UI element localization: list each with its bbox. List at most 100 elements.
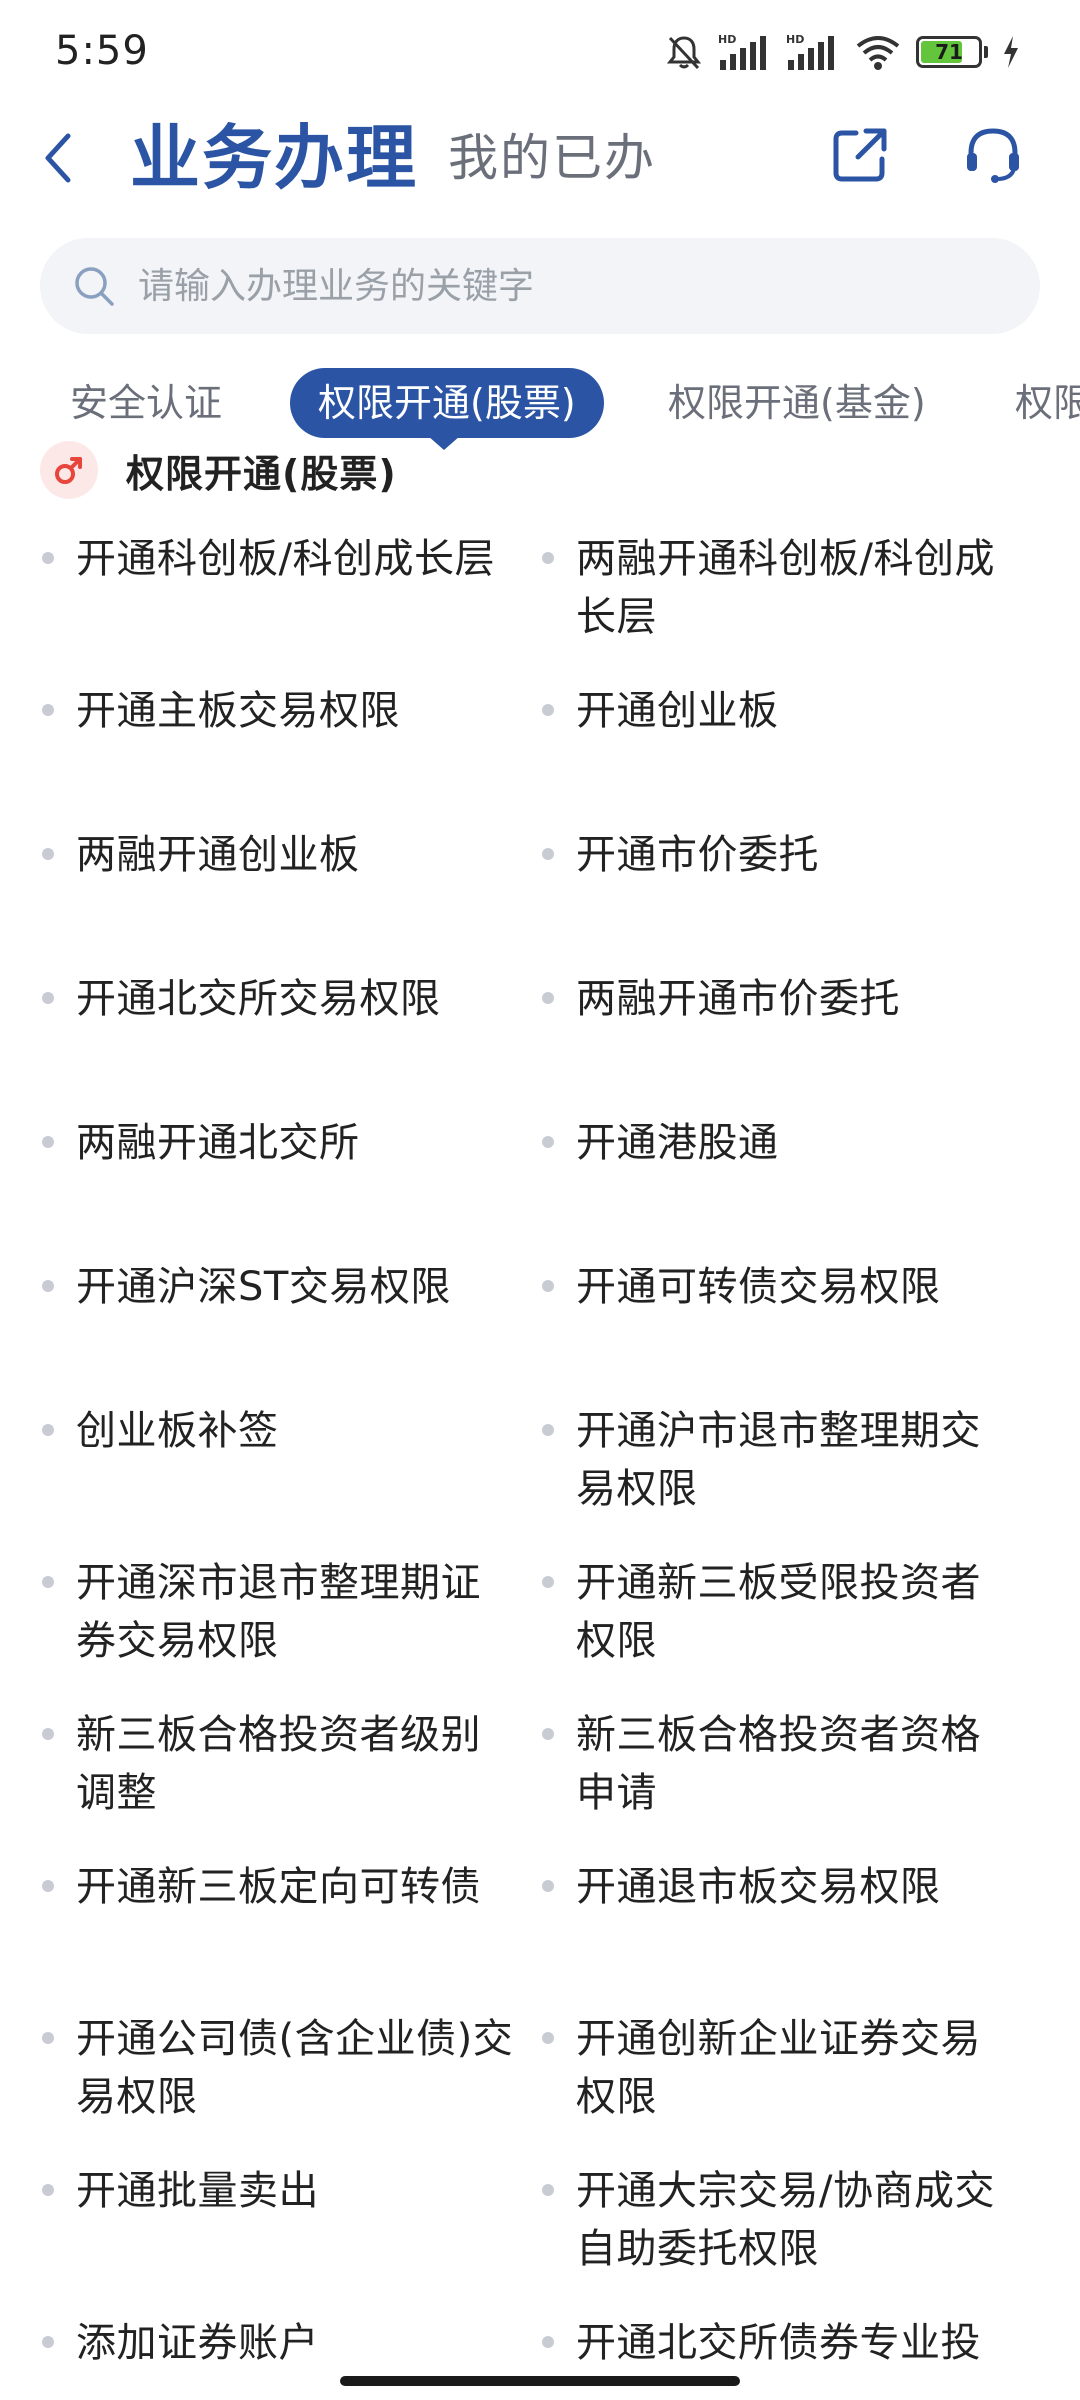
bullet-dot — [542, 552, 554, 564]
list-item[interactable]: 两融开通创业板 — [42, 826, 516, 884]
list-item-label: 开通创新企业证券交易权限 — [576, 2016, 981, 2120]
list-item[interactable]: 开通创业板 — [542, 682, 1016, 740]
list-item[interactable]: 两融开通科创板/科创成长层 — [542, 530, 1016, 646]
list-item[interactable]: 开通大宗交易/协商成交自助委托权限 — [542, 2162, 1016, 2278]
bullet-dot — [42, 1728, 54, 1740]
bullet-dot — [42, 992, 54, 1004]
bullet-dot — [42, 1576, 54, 1588]
bullet-dot — [42, 1136, 54, 1148]
bullet-dot — [42, 1880, 54, 1892]
status-bar: 5:59 HD HD 71 — [0, 0, 1080, 100]
search-input[interactable] — [136, 264, 1000, 308]
list-item[interactable]: 开通主板交易权限 — [42, 682, 516, 740]
bullet-dot — [542, 1576, 554, 1588]
list-item[interactable]: 新三板合格投资者级别调整 — [42, 1706, 516, 1822]
svg-text:HD: HD — [718, 33, 736, 46]
battery-text: 71 — [935, 40, 963, 64]
list-item-label: 开通可转债交易权限 — [576, 1264, 941, 1310]
bullet-dot — [42, 552, 54, 564]
list-item[interactable]: 开通市价委托 — [542, 826, 1016, 884]
list-item-label: 新三板合格投资者级别调整 — [76, 1712, 481, 1816]
list-item[interactable]: 开通沪深ST交易权限 — [42, 1258, 516, 1316]
list-item-label: 开通深市退市整理期证券交易权限 — [76, 1560, 481, 1664]
list-item-label: 开通主板交易权限 — [76, 688, 400, 734]
list-item-label: 开通大宗交易/协商成交自助委托权限 — [576, 2168, 995, 2272]
list-item[interactable]: 开通北交所债券专业投 — [542, 2314, 1016, 2372]
page-title[interactable]: 业务办理 — [130, 98, 418, 218]
tab-permission-fund[interactable]: 权限开通(基金) — [668, 368, 926, 438]
bullet-dot — [42, 704, 54, 716]
battery-cap — [984, 46, 988, 58]
list-item-label: 两融开通创业板 — [76, 832, 360, 878]
bullet-dot — [542, 2032, 554, 2044]
bullet-dot — [542, 848, 554, 860]
list-item-label: 开通沪市退市整理期交易权限 — [576, 1408, 981, 1512]
list-item-label: 两融开通市价委托 — [576, 976, 900, 1022]
list-item-label: 开通退市板交易权限 — [576, 1864, 941, 1910]
list-item-label: 开通市价委托 — [576, 832, 819, 878]
tab-permission-stock[interactable]: 权限开通(股票) — [290, 368, 604, 438]
status-icons: HD HD 71 — [664, 30, 1020, 74]
bullet-dot — [542, 1424, 554, 1436]
wifi-icon — [854, 32, 902, 72]
list-item-label: 开通北交所交易权限 — [76, 976, 441, 1022]
list-item-label: 添加证券账户 — [76, 2320, 319, 2366]
list-item[interactable]: 开通批量卖出 — [42, 2162, 516, 2220]
tab-my-done[interactable]: 我的已办 — [448, 108, 656, 208]
list-item-label: 开通科创板/科创成长层 — [76, 536, 495, 582]
list-item[interactable]: 开通港股通 — [542, 1114, 1016, 1172]
bullet-dot — [42, 1424, 54, 1436]
bullet-dot — [542, 1280, 554, 1292]
bullet-dot — [542, 1728, 554, 1740]
status-time: 5:59 — [55, 28, 149, 74]
list-item[interactable]: 开通科创板/科创成长层 — [42, 530, 516, 588]
home-indicator[interactable] — [340, 2376, 740, 2386]
active-tab-pointer — [428, 436, 460, 450]
list-item[interactable]: 开通公司债(含企业债)交易权限 — [42, 2010, 516, 2126]
list-item[interactable]: 开通新三板受限投资者权限 — [542, 1554, 1016, 1670]
list-item-label: 新三板合格投资者资格申请 — [576, 1712, 981, 1816]
list-item[interactable]: 开通深市退市整理期证券交易权限 — [42, 1554, 516, 1670]
list-item-label: 两融开通科创板/科创成长层 — [576, 536, 995, 640]
bullet-dot — [42, 848, 54, 860]
screen: 5:59 HD HD 71 业务办理 我的已办 请输入办理业务的关键字 安全认证… — [0, 0, 1080, 2400]
list-item-label: 创业板补签 — [76, 1408, 279, 1454]
tab-permission-more[interactable]: 权限 — [1015, 368, 1080, 438]
bullet-dot — [542, 704, 554, 716]
section-header: 权限开通(股票) — [40, 440, 397, 500]
list-item-label: 开通港股通 — [576, 1120, 779, 1166]
list-item[interactable]: 两融开通北交所 — [42, 1114, 516, 1172]
list-item[interactable]: 新三板合格投资者资格申请 — [542, 1706, 1016, 1822]
headset-icon[interactable] — [948, 110, 1038, 200]
list-item[interactable]: 两融开通市价委托 — [542, 970, 1016, 1028]
list-item-label: 开通新三板受限投资者权限 — [576, 1560, 981, 1664]
list-item-label: 开通北交所债券专业投 — [576, 2320, 981, 2366]
list-item[interactable]: 创业板补签 — [42, 1402, 516, 1460]
svg-text:HD: HD — [786, 33, 804, 46]
bullet-dot — [542, 2184, 554, 2196]
tab-security-auth[interactable]: 安全认证 — [70, 368, 222, 438]
bullet-dot — [542, 992, 554, 1004]
list-item[interactable]: 添加证券账户 — [42, 2314, 516, 2372]
list-item-label: 开通新三板定向可转债 — [76, 1864, 481, 1910]
bullet-dot — [542, 2336, 554, 2348]
signal-1-icon: HD — [718, 32, 772, 72]
bullet-dot — [42, 2336, 54, 2348]
section-title: 权限开通(股票) — [126, 451, 397, 496]
list-item[interactable]: 开通创新企业证券交易权限 — [542, 2010, 1016, 2126]
list-item[interactable]: 开通北交所交易权限 — [42, 970, 516, 1028]
share-external-icon[interactable] — [815, 110, 905, 200]
bullet-dot — [42, 2032, 54, 2044]
category-tabs: 安全认证 权限开通(股票) 权限开通(基金) 权限 — [0, 360, 1080, 450]
search-bar[interactable] — [40, 238, 1040, 334]
signal-2-icon: HD — [786, 32, 840, 72]
list-item[interactable]: 开通可转债交易权限 — [542, 1258, 1016, 1316]
chevron-left-icon[interactable] — [32, 108, 82, 208]
header: 业务办理 我的已办 — [0, 90, 1080, 240]
list-item[interactable]: 开通沪市退市整理期交易权限 — [542, 1402, 1016, 1518]
list-item[interactable]: 开通新三板定向可转债 — [42, 1858, 516, 1916]
male-symbol-icon — [40, 441, 98, 499]
list-item[interactable]: 开通退市板交易权限 — [542, 1858, 1016, 1916]
bullet-dot — [542, 1136, 554, 1148]
list-item-label: 开通创业板 — [576, 688, 779, 734]
